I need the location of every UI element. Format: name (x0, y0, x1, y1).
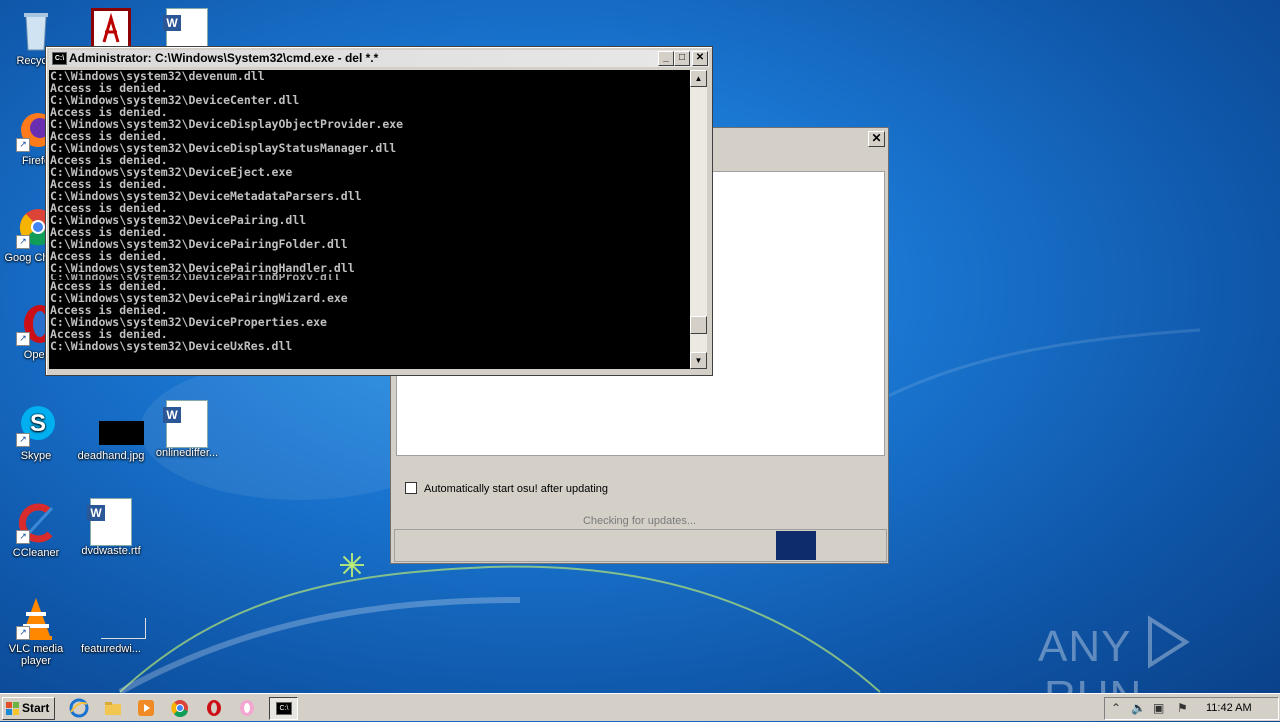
desktop-icon-label: Skype (20, 450, 52, 462)
shortcut-arrow-icon: ↗ (16, 138, 30, 152)
minimize-button[interactable]: _ (658, 51, 674, 66)
ie-icon[interactable] (69, 698, 89, 718)
update-status-text: Checking for updates... (582, 515, 697, 527)
svg-text:S: S (30, 410, 46, 437)
scroll-down-button[interactable]: ▼ (690, 352, 707, 369)
desktop-icon-label: VLC media player (8, 643, 64, 667)
media-player-icon[interactable] (136, 698, 156, 718)
update-progress-bar (394, 529, 887, 562)
maximize-button[interactable]: □ (674, 51, 690, 66)
taskbar: Start C:\ ⌃ 🔈 ▣ ⚑ 11:42 AM (0, 693, 1280, 721)
desktop-icon-label: onlinediffer... (155, 447, 219, 459)
shortcut-arrow-icon: ↗ (16, 332, 30, 346)
opera-icon[interactable] (204, 698, 224, 718)
vlc-icon: ↗ (14, 596, 58, 640)
cmd-icon: C:\ (52, 52, 67, 65)
progress-indicator (776, 531, 816, 560)
desktop-icon-onlinediffer[interactable]: W onlinediffer... (152, 400, 222, 459)
cmd-window-title: Administrator: C:\Windows\System32\cmd.e… (69, 51, 379, 65)
cmd-icon: C:\ (276, 702, 292, 715)
skype-icon: S ↗ (14, 403, 58, 447)
scroll-up-button[interactable]: ▲ (690, 70, 707, 87)
paint-icon[interactable] (237, 698, 257, 718)
console-line: C:\Windows\system32\DeviceUxRes.dll (50, 339, 293, 353)
console-line: C:\Windows\system32\DevicePairingHandler… (50, 261, 355, 275)
desktop-icon-deadhand-jpg[interactable]: deadhand.jpg (76, 403, 146, 462)
word-doc-icon: W (87, 498, 133, 546)
desktop-icon-label: featuredwi... (81, 643, 141, 655)
cmd-scrollbar[interactable]: ▲ ▼ (690, 70, 707, 369)
image-file-icon (89, 403, 144, 447)
windows-flag-icon (6, 702, 19, 715)
action-center-flag-icon[interactable]: ⚑ (1177, 701, 1188, 715)
explorer-icon[interactable] (103, 698, 123, 718)
shortcut-arrow-icon: ↗ (16, 235, 30, 249)
play-logo-icon (1147, 615, 1190, 669)
taskbar-cmd-button[interactable]: C:\ (269, 697, 298, 720)
shortcut-arrow-icon: ↗ (16, 530, 30, 544)
desktop-icon-ccleaner[interactable]: ↗ CCleaner (1, 500, 71, 559)
desktop-icon-skype[interactable]: S ↗ Skype (1, 403, 71, 462)
network-icon[interactable]: ▣ (1153, 701, 1164, 715)
cmd-titlebar[interactable]: C:\ Administrator: C:\Windows\System32\c… (49, 50, 709, 67)
chrome-icon[interactable] (170, 698, 190, 718)
volume-icon[interactable]: 🔈 (1131, 701, 1146, 715)
auto-start-checkbox[interactable] (405, 482, 417, 494)
desktop-icon-featuredwi[interactable]: featuredwi... (76, 596, 146, 655)
cmd-console-output[interactable]: C:\Windows\system32\devenum.dll Access i… (49, 70, 690, 369)
watermark-left: ANY (1038, 622, 1131, 671)
close-button[interactable]: ✕ (692, 51, 708, 66)
clock[interactable]: 11:42 AM (1206, 698, 1252, 719)
image-file-icon (89, 596, 146, 640)
desktop-icon-dvdwaste-rtf[interactable]: W dvdwaste.rtf (76, 498, 146, 557)
desktop-icon-label: dvdwaste.rtf (81, 545, 141, 557)
desktop-icon-vlc[interactable]: ↗ VLC media player (1, 596, 71, 667)
word-doc-icon: W (163, 400, 209, 448)
osu-close-button[interactable]: ✕ (868, 131, 885, 147)
shortcut-arrow-icon: ↗ (16, 433, 30, 447)
desktop-icon-label: deadhand.jpg (77, 450, 145, 462)
shortcut-arrow-icon: ↗ (16, 626, 30, 640)
desktop-icon-label: CCleaner (12, 547, 60, 559)
auto-start-checkbox-label[interactable]: Automatically start osu! after updating (424, 483, 608, 495)
show-hidden-icons-icon[interactable]: ⌃ (1111, 701, 1121, 715)
start-label: Start (22, 701, 50, 715)
cmd-window[interactable]: C:\ Administrator: C:\Windows\System32\c… (45, 46, 713, 376)
system-tray: ⌃ 🔈 ▣ ⚑ 11:42 AM (1104, 697, 1279, 720)
start-button[interactable]: Start (2, 697, 55, 720)
ccleaner-icon: ↗ (14, 500, 58, 544)
scroll-thumb[interactable] (690, 316, 707, 334)
